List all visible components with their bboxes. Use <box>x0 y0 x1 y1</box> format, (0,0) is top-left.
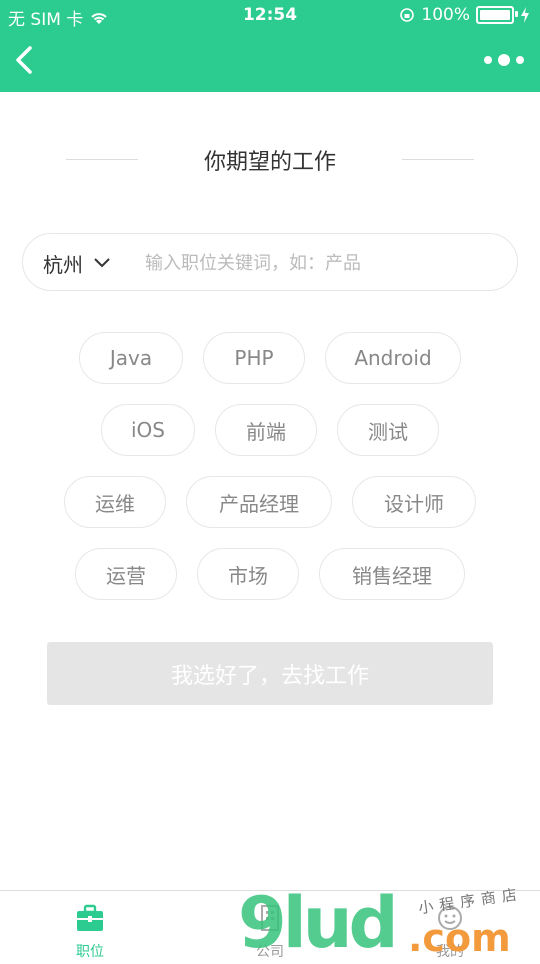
city-label: 杭州 <box>43 252 83 277</box>
tab-jobs-label: 职位 <box>76 944 104 960</box>
bottom-tab-bar: 职位 公司 我的 <box>0 890 540 960</box>
battery-percent: 100% <box>421 5 470 25</box>
search-bar: 杭州 <box>22 233 518 291</box>
tag-testing[interactable]: 测试 <box>337 404 439 456</box>
page-title-row: 你期望的工作 <box>0 140 540 180</box>
tab-jobs[interactable]: 职位 <box>0 891 180 961</box>
tag-marketing[interactable]: 市场 <box>197 548 299 600</box>
more-button[interactable] <box>484 48 524 72</box>
charging-icon <box>521 7 529 23</box>
tab-companies[interactable]: 公司 <box>180 891 360 961</box>
tag-php[interactable]: PHP <box>203 332 305 384</box>
chevron-down-icon <box>94 258 110 268</box>
keyword-input[interactable] <box>143 244 507 282</box>
building-icon <box>261 905 279 931</box>
title-divider-right <box>402 159 474 160</box>
tag-operations[interactable]: 运营 <box>75 548 177 600</box>
submit-button[interactable]: 我选好了，去找工作 <box>47 642 493 705</box>
battery-icon <box>476 6 518 24</box>
city-selector[interactable]: 杭州 <box>43 234 111 292</box>
status-bar: 无 SIM 卡 12:54 100% <box>0 0 540 30</box>
tag-android[interactable]: Android <box>325 332 461 384</box>
tab-mine-label: 我的 <box>436 944 464 960</box>
tag-ios[interactable]: iOS <box>101 404 195 456</box>
tab-companies-label: 公司 <box>256 944 284 960</box>
tag-ops[interactable]: 运维 <box>64 476 166 528</box>
user-icon <box>438 906 462 930</box>
chevron-left-icon <box>16 46 32 74</box>
briefcase-icon <box>77 904 103 931</box>
tag-product-manager[interactable]: 产品经理 <box>186 476 332 528</box>
top-bar: 无 SIM 卡 12:54 100% <box>0 0 540 92</box>
page-title: 你期望的工作 <box>203 150 336 175</box>
tag-designer[interactable]: 设计师 <box>352 476 476 528</box>
battery-group: 100% <box>399 5 530 25</box>
tag-java[interactable]: Java <box>79 332 183 384</box>
tab-mine[interactable]: 我的 <box>360 891 540 961</box>
more-dots-icon <box>484 56 492 64</box>
rotation-lock-icon <box>400 8 415 22</box>
tag-frontend[interactable]: 前端 <box>215 404 317 456</box>
tag-sales-manager[interactable]: 销售经理 <box>319 548 465 600</box>
back-button[interactable] <box>10 40 46 80</box>
